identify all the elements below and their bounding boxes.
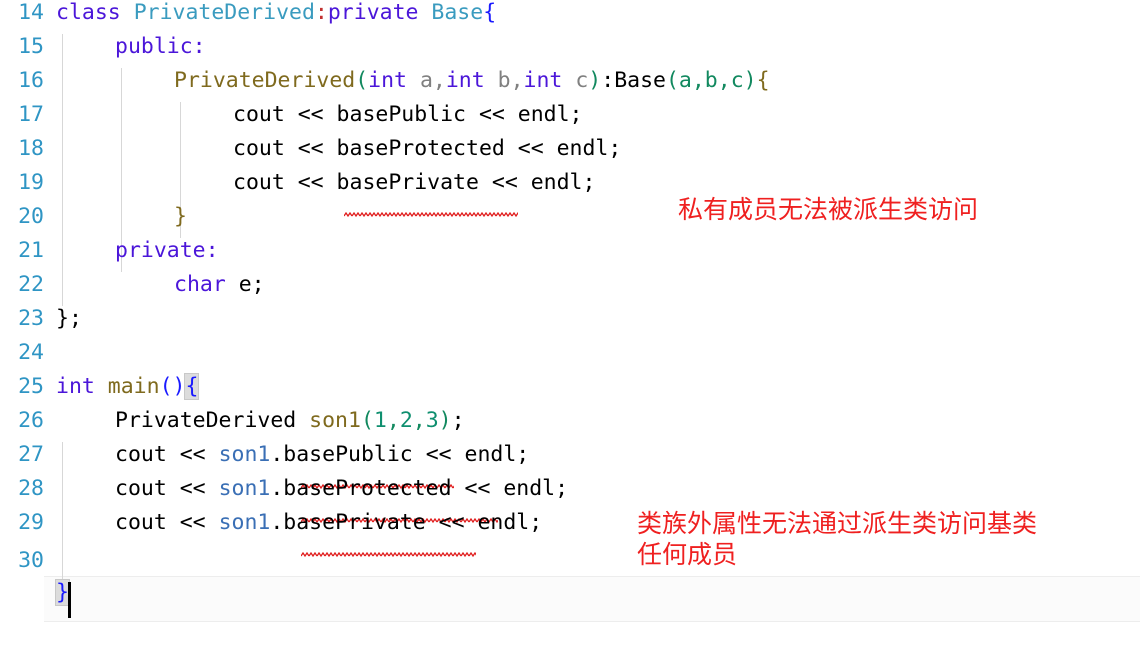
- type-privatederived: PrivateDerived: [115, 408, 310, 433]
- statement-cout-baseprotected: cout << baseProtected << endl;: [233, 136, 622, 161]
- comma: ,: [412, 408, 426, 433]
- statement-cout-baseprivate: cout << basePrivate << endl;: [233, 170, 596, 195]
- code-line-21[interactable]: private:: [115, 238, 219, 263]
- code-line-19[interactable]: cout << basePrivate << endl;: [233, 170, 595, 195]
- error-squiggle-baseprivate: [344, 212, 518, 218]
- param-c: c: [562, 68, 589, 93]
- constructor-name: PrivateDerived: [174, 68, 356, 93]
- member-baseprivate: basePrivate: [283, 510, 426, 535]
- code-line-28[interactable]: cout << son1.baseProtected << endl;: [115, 476, 568, 501]
- code-line-16[interactable]: PrivateDerived(int a,int b,int c):Base(a…: [174, 68, 770, 93]
- annot-outside-class-line1: 类族外属性无法通过派生类访问基类: [637, 509, 1038, 538]
- code-line-18[interactable]: cout << baseProtected << endl;: [233, 136, 621, 161]
- param-b: b,: [484, 68, 524, 93]
- code-line-14[interactable]: class PrivateDerived:private Base{: [56, 0, 496, 25]
- bracket-match-open: {: [184, 373, 200, 400]
- cout-prefix: cout <<: [115, 442, 219, 467]
- function-main: main: [94, 374, 160, 399]
- main-parens: (): [159, 374, 186, 399]
- member-baseprotected: baseProtected: [283, 476, 452, 501]
- code-editor[interactable]: 14 15 16 17 18 19 20 21 22 23 24 25 26 2…: [0, 0, 1140, 649]
- access-specifier-public: public:: [115, 34, 206, 59]
- comma: ,: [386, 408, 400, 433]
- code-line-25[interactable]: int main(){: [56, 373, 200, 400]
- variable-son1: son1: [218, 442, 271, 467]
- type-base: Base: [431, 0, 484, 25]
- cout-prefix: cout <<: [115, 476, 219, 501]
- keyword-int: int: [368, 68, 408, 93]
- semicolon: ;: [451, 408, 465, 433]
- open-paren: (: [360, 408, 374, 433]
- keyword-class: class: [56, 0, 121, 25]
- variable-son1: son1: [218, 510, 271, 535]
- text-cursor: [68, 582, 71, 618]
- code-line-27[interactable]: cout << son1.basePublic << endl;: [115, 442, 529, 467]
- base-args: (a,b,c): [665, 68, 757, 93]
- access-specifier-private: private:: [115, 238, 219, 263]
- member-e: e;: [225, 272, 265, 297]
- code-line-30[interactable]: }: [55, 579, 70, 606]
- keyword-char: char: [174, 272, 226, 297]
- inheritance-colon: :: [314, 0, 328, 25]
- endl-suffix: << endl;: [425, 510, 543, 535]
- error-squiggle-baseprivate: [301, 552, 476, 558]
- annot-outside-class-line2: 任何成员: [637, 540, 738, 569]
- keyword-private: private: [327, 0, 419, 25]
- statement-cout-basepublic: cout << basePublic << endl;: [233, 102, 583, 127]
- open-brace: {: [756, 68, 770, 93]
- close-paren: ): [588, 68, 602, 93]
- endl-suffix: << endl;: [412, 442, 530, 467]
- variable-son1: son1: [309, 408, 361, 433]
- close-brace: }: [174, 204, 187, 229]
- annot-private-member: 私有成员无法被派生类访问: [678, 195, 979, 224]
- base-initializer: Base: [614, 68, 666, 93]
- dot-operator: .: [270, 476, 284, 501]
- keyword-int: int: [56, 374, 95, 399]
- type-privatederived: PrivateDerived: [133, 0, 315, 25]
- arg-2: 2: [399, 408, 413, 433]
- code-line-17[interactable]: cout << basePublic << endl;: [233, 102, 583, 127]
- param-a: a,: [407, 68, 446, 93]
- code-line-22[interactable]: char e;: [174, 272, 265, 297]
- keyword-int: int: [523, 68, 563, 93]
- init-colon: :: [601, 68, 615, 93]
- annot-outside-class: 类族外属性无法通过派生类访问基类 任何成员: [637, 508, 1037, 570]
- keyword-int: int: [445, 68, 485, 93]
- code-line-29[interactable]: cout << son1.basePrivate << endl;: [115, 510, 542, 535]
- close-paren: ): [438, 408, 452, 433]
- class-close: };: [56, 306, 82, 331]
- code-line-26[interactable]: PrivateDerived son1(1,2,3);: [115, 408, 465, 433]
- arg-3: 3: [425, 408, 439, 433]
- bracket-match-close: }: [55, 579, 70, 606]
- open-brace: {: [483, 0, 497, 25]
- arg-1: 1: [373, 408, 387, 433]
- cout-prefix: cout <<: [115, 510, 219, 535]
- member-basepublic: basePublic: [283, 442, 413, 467]
- code-line-20[interactable]: }: [174, 204, 187, 229]
- dot-operator: .: [270, 510, 284, 535]
- endl-suffix: << endl;: [451, 476, 569, 501]
- variable-son1: son1: [218, 476, 271, 501]
- dot-operator: .: [270, 442, 284, 467]
- open-paren: (: [355, 68, 369, 93]
- code-line-15[interactable]: public:: [115, 34, 206, 59]
- code-line-23[interactable]: };: [56, 306, 82, 331]
